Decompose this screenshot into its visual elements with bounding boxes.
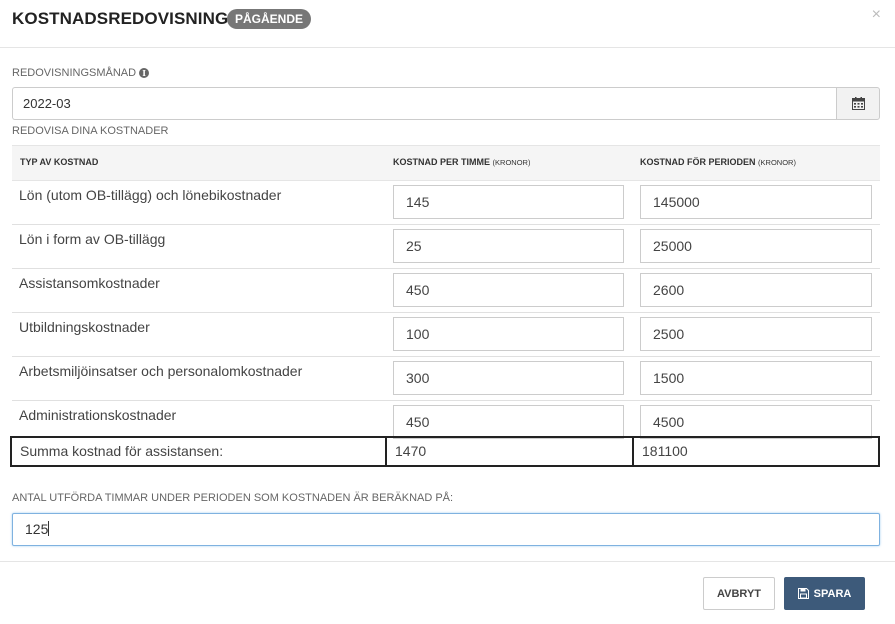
per-hour-input[interactable]: 300: [393, 361, 624, 395]
hours-input[interactable]: 125: [12, 513, 880, 546]
cost-type-label: Lön i form av OB-tillägg: [19, 231, 166, 247]
calendar-button[interactable]: [836, 87, 880, 120]
modal-header: KOSTNADSREDOVISNING PÅGÅENDE ×: [0, 0, 895, 48]
close-icon[interactable]: ×: [872, 6, 881, 24]
calendar-icon: [851, 97, 865, 110]
period-cost-input[interactable]: 145000: [640, 185, 872, 219]
cost-type-label: Lön (utom OB-tillägg) och lönebikostnade…: [19, 187, 282, 203]
month-label: REDOVISNINGSMÅNAD i: [12, 67, 150, 79]
period-cost-input[interactable]: 4500: [640, 405, 872, 439]
per-hour-input[interactable]: 25: [393, 229, 624, 263]
table-row: Arbetsmiljöinsatser och personalomkostna…: [12, 357, 880, 401]
sum-per-hour: 1470: [395, 443, 427, 459]
floppy-disk-icon: [797, 588, 809, 599]
period-cost-input[interactable]: 1500: [640, 361, 872, 395]
period-cost-input[interactable]: 2600: [640, 273, 872, 307]
sum-period: 181100: [642, 443, 688, 459]
costs-section-label: REDOVISA DINA KOSTNADER: [12, 125, 169, 137]
cost-table: TYP AV KOSTNAD KOSTNAD PER TIMME (KRONOR…: [12, 145, 880, 444]
table-row: Lön i form av OB-tillägg 25 25000: [12, 225, 880, 269]
table-row: Utbildningskostnader 100 2500: [12, 313, 880, 357]
per-hour-input[interactable]: 450: [393, 405, 624, 439]
per-hour-input[interactable]: 100: [393, 317, 624, 351]
cost-type-label: Assistansomkostnader: [19, 275, 160, 291]
per-hour-input[interactable]: 450: [393, 273, 624, 307]
sum-label: Summa kostnad för assistansen:: [20, 443, 224, 459]
info-icon[interactable]: i: [139, 68, 150, 78]
cost-type-label: Administrationskostnader: [19, 407, 177, 423]
per-hour-input[interactable]: 145: [393, 185, 624, 219]
modal-title: KOSTNADSREDOVISNING: [12, 9, 229, 28]
text-caret: [48, 521, 50, 536]
period-cost-input[interactable]: 2500: [640, 317, 872, 351]
hours-label: ANTAL UTFÖRDA TIMMAR UNDER PERIODEN SOM …: [12, 492, 454, 504]
sum-row: Summa kostnad för assistansen: 1470 1811…: [10, 436, 880, 467]
period-cost-input[interactable]: 25000: [640, 229, 872, 263]
save-button[interactable]: SPARA: [784, 577, 865, 610]
cancel-button[interactable]: AVBRYT: [703, 577, 775, 610]
save-button-label: SPARA: [813, 587, 852, 600]
month-input[interactable]: 2022-03: [12, 87, 836, 120]
col-header-type: TYP AV KOSTNAD: [20, 157, 99, 167]
table-row: Lön (utom OB-tillägg) och lönebikostnade…: [12, 181, 880, 225]
col-header-per-hour: KOSTNAD PER TIMME (KRONOR): [393, 157, 531, 167]
status-badge: PÅGÅENDE: [227, 9, 312, 29]
col-header-period: KOSTNAD FÖR PERIODEN (KRONOR): [640, 157, 796, 167]
table-row: Assistansomkostnader 450 2600: [12, 269, 880, 313]
table-header: TYP AV KOSTNAD KOSTNAD PER TIMME (KRONOR…: [12, 145, 880, 181]
cost-type-label: Utbildningskostnader: [19, 319, 150, 335]
cost-type-label: Arbetsmiljöinsatser och personalomkostna…: [19, 363, 303, 379]
